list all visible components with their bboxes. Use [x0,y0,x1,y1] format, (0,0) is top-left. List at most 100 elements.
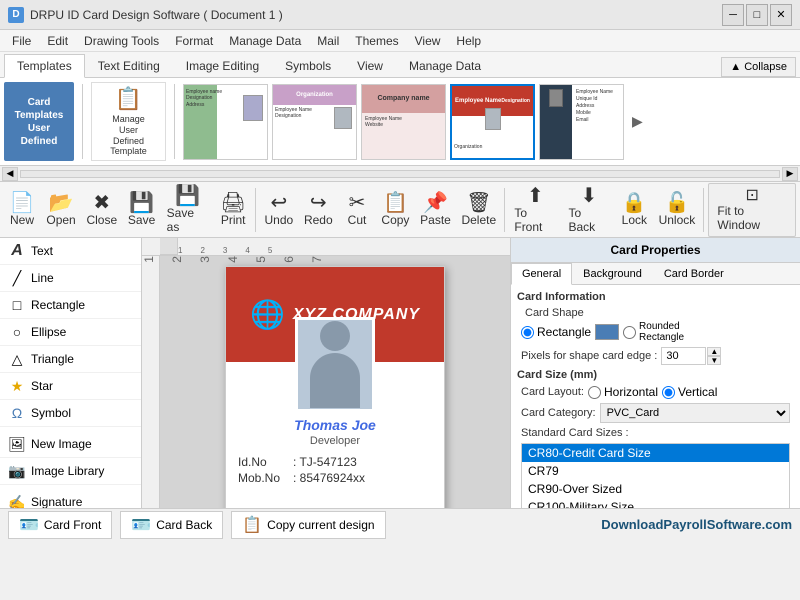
copy-button[interactable]: 📋 Copy [377,190,414,230]
menu-item-file[interactable]: File [4,32,39,50]
horizontal-radio-input[interactable] [588,386,601,399]
left-item-signature[interactable]: ✍ Signature [0,489,141,508]
template-thumb-3[interactable]: Company name Employee NameWebsite [361,84,446,160]
delete-button[interactable]: 🗑 Delete [457,190,500,230]
tab-view[interactable]: View [344,54,396,77]
tab-manage-data[interactable]: Manage Data [396,54,494,77]
toback-label: To Back [568,206,609,234]
ruler-mark-5: 5 [268,246,272,255]
menu-item-drawing-tools[interactable]: Drawing Tools [76,32,167,50]
unlock-label: Unlock [659,213,696,227]
rectangle-radio[interactable]: Rectangle [521,325,591,339]
menu-item-format[interactable]: Format [167,32,221,50]
template-thumb-2[interactable]: Organization Employee NameDesignation [272,84,357,160]
close-button[interactable]: ✕ [770,4,792,26]
left-item-symbol[interactable]: Ω Symbol [0,400,141,427]
cut-button[interactable]: ✂ Cut [339,190,375,230]
open-button[interactable]: 📂 Open [42,190,80,230]
left-item-text[interactable]: A Text [0,238,141,265]
id-value: : TJ-547123 [293,455,357,469]
menu-item-view[interactable]: View [407,32,449,50]
pixels-up[interactable]: ▲ [707,347,721,356]
card-front-button[interactable]: 🪪 Card Front [8,511,112,539]
size-cr90-over[interactable]: CR90-Over Sized [522,480,789,498]
minimize-button[interactable]: ─ [722,4,744,26]
tofront-button[interactable]: ⬆ To Front [509,183,561,237]
fit-window-button[interactable]: ⊡ Fit to Window [708,183,796,237]
paste-button[interactable]: 📌 Paste [416,190,455,230]
triangle-label: Triangle [31,352,74,366]
new-image-icon: 🖼 [8,435,26,453]
menu-item-mail[interactable]: Mail [309,32,347,50]
left-item-image-library[interactable]: 📷 Image Library [0,458,141,485]
lock-button[interactable]: 🔒 Lock [616,190,652,230]
left-item-star[interactable]: ★ Star [0,373,141,400]
mob-value: : 85476924xx [293,471,365,485]
tab-text-editing[interactable]: Text Editing [85,54,173,77]
vertical-radio[interactable]: Vertical [662,385,717,399]
print-button[interactable]: 🖨 Print [215,190,251,230]
card-id-row: Id.No : TJ-547123 [238,455,432,469]
left-item-new-image[interactable]: 🖼 New Image [0,431,141,458]
size-cr100[interactable]: CR100-Military Size [522,498,789,508]
template-thumb-5[interactable]: Employee NameUnique IdAddressMobileEmail [539,84,624,160]
maximize-button[interactable]: □ [746,4,768,26]
pixels-spinner: ▲ ▼ [661,347,721,365]
rounded-radio[interactable]: RoundedRectangle [623,321,684,343]
card-name: Thomas Joe [294,417,376,433]
copy-design-button[interactable]: 📋 Copy current design [231,511,385,539]
menu-item-manage-data[interactable]: Manage Data [221,32,309,50]
open-icon: 📂 [49,193,74,213]
prop-tab-card-border[interactable]: Card Border [653,263,735,284]
template-scroll-right[interactable]: ▶ [628,113,647,130]
rectangle-radio-input[interactable] [521,326,534,339]
close-button-toolbar[interactable]: ✖ Close [82,190,121,230]
color-swatch[interactable] [595,324,619,340]
menu-item-edit[interactable]: Edit [39,32,76,50]
pixels-input[interactable] [661,347,706,365]
scroll-left-arrow[interactable]: ◀ [2,167,18,181]
save-button[interactable]: 💾 Save [123,190,159,230]
menu-item-help[interactable]: Help [448,32,489,50]
tab-image-editing[interactable]: Image Editing [173,54,272,77]
vertical-radio-input[interactable] [662,386,675,399]
left-item-triangle[interactable]: △ Triangle [0,346,141,373]
left-item-rectangle[interactable]: □ Rectangle [0,292,141,319]
card-back-button[interactable]: 🪪 Card Back [120,511,223,539]
card-category-label: Card Category: [521,407,596,419]
left-item-ellipse[interactable]: ○ Ellipse [0,319,141,346]
menu-item-themes[interactable]: Themes [347,32,406,50]
size-cr79[interactable]: CR79 [522,462,789,480]
unlock-button[interactable]: 🔓 Unlock [654,190,699,230]
new-button[interactable]: 📄 New [4,190,40,230]
horizontal-radio[interactable]: Horizontal [588,385,658,399]
card-sizes-listbox[interactable]: CR80-Credit Card Size CR79 CR90-Over Siz… [521,443,790,508]
close-label: Close [86,213,117,227]
tab-templates[interactable]: Templates [4,54,85,78]
tab-symbols[interactable]: Symbols [272,54,344,77]
card-templates-label: Card TemplatesUser Defined [12,96,66,148]
left-item-line[interactable]: ╱ Line [0,265,141,292]
prop-tab-background[interactable]: Background [572,263,653,284]
pixels-down[interactable]: ▼ [707,356,721,365]
rounded-radio-input[interactable] [623,326,636,339]
size-cr80[interactable]: CR80-Credit Card Size [522,444,789,462]
manage-user-defined-button[interactable]: 📋 ManageUserDefinedTemplate [91,82,166,161]
prop-tab-general[interactable]: General [511,263,572,285]
watermark-url: DownloadPayrollSoftware.com [601,517,792,532]
card-info-title: Card Information [517,291,794,303]
template-thumb-1[interactable]: Employee nameDesignationAddress [183,84,268,160]
card-category-select[interactable]: PVC_Card [600,403,790,423]
cut-label: Cut [348,213,367,227]
toback-button[interactable]: ⬇ To Back [563,183,614,237]
card-templates-button[interactable]: Card TemplatesUser Defined [4,82,74,161]
scroll-right-arrow[interactable]: ▶ [782,167,798,181]
redo-button[interactable]: ↪ Redo [300,190,337,230]
save-as-button[interactable]: 💾 Save as [162,183,214,237]
collapse-button[interactable]: ▲ Collapse [721,57,796,77]
undo-button[interactable]: ↩ Undo [260,190,297,230]
ribbon-tabs: Templates Text Editing Image Editing Sym… [0,52,800,78]
scroll-track-h[interactable] [20,170,780,178]
canvas-inner[interactable]: 🌐 XYZ COMPANY [160,256,510,508]
template-thumb-4[interactable]: Employee NameDesignation Organization [450,84,535,160]
